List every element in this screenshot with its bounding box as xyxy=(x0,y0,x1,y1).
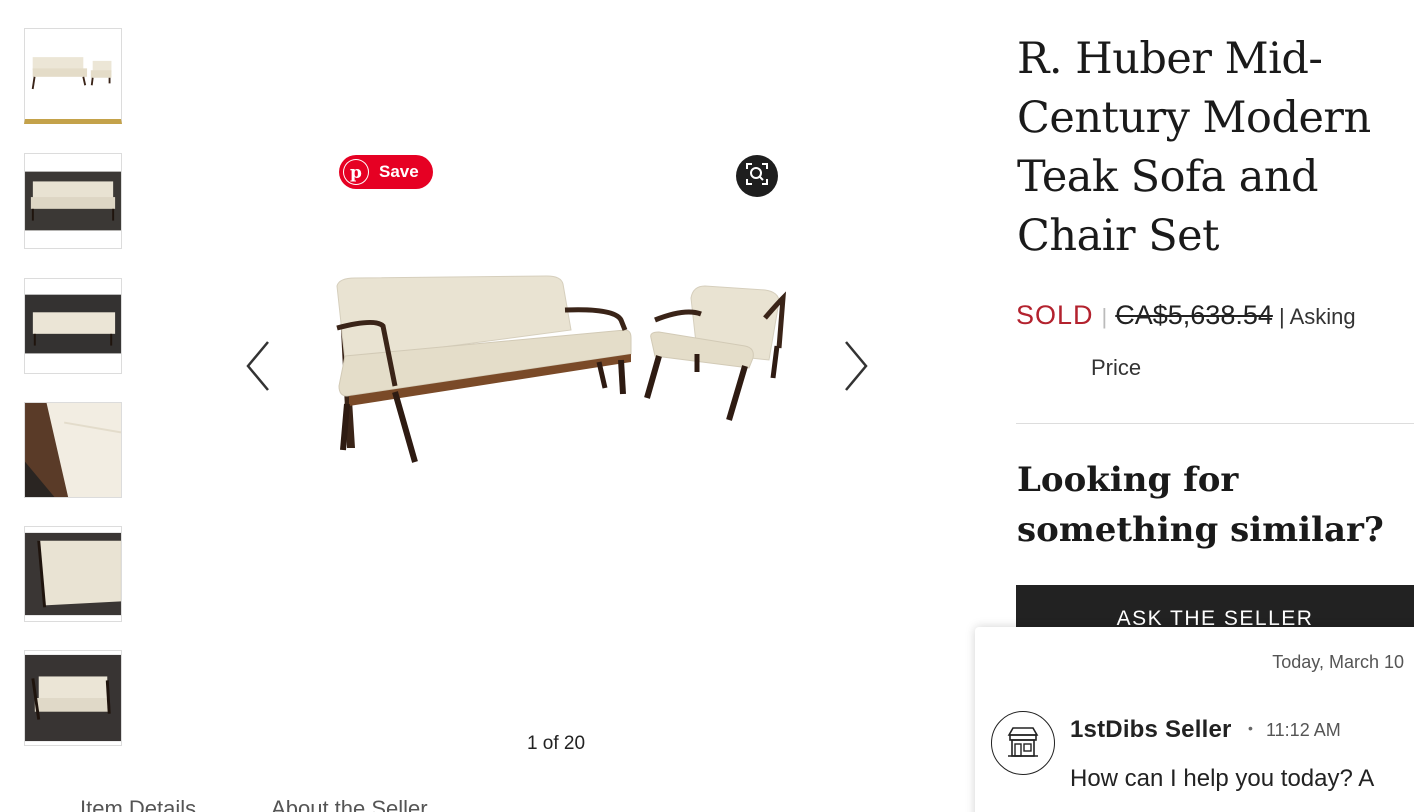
seller-name: 1stDibs Seller xyxy=(1070,716,1232,743)
zoom-button[interactable] xyxy=(736,155,778,197)
pinterest-save-button[interactable]: p Save xyxy=(339,155,433,189)
image-counter: 1 of 20 xyxy=(526,733,586,754)
sold-badge: SOLD xyxy=(1016,300,1094,330)
similar-heading: Looking for something similar? xyxy=(1017,460,1384,550)
section-divider xyxy=(1016,423,1414,424)
thumbnail-6[interactable] xyxy=(24,650,122,746)
detail-tabs: Item Details About the Seller xyxy=(80,796,498,812)
pinterest-save-label: Save xyxy=(379,162,419,181)
price-divider: | xyxy=(1101,304,1108,329)
svg-text:p: p xyxy=(350,163,362,183)
original-price: CA$5,638.54 xyxy=(1115,300,1273,330)
thumbnail-image xyxy=(25,403,121,497)
chevron-right-icon xyxy=(845,341,868,391)
chevron-left-icon xyxy=(246,341,269,391)
thumbnail-image xyxy=(25,154,121,248)
tab-item-details[interactable]: Item Details xyxy=(80,796,196,812)
avatar xyxy=(991,711,1055,775)
chat-date: Today, March 10 xyxy=(1272,652,1404,672)
next-image-button[interactable] xyxy=(840,338,870,394)
chat-message: How can I help you today? A xyxy=(1070,765,1375,792)
message-time: 11:12 AM xyxy=(1266,720,1341,740)
thumbnail-2[interactable] xyxy=(24,153,122,249)
price-note-continued: Price xyxy=(1091,355,1142,380)
thumbnail-image xyxy=(25,527,121,621)
thumbnail-4[interactable] xyxy=(24,402,122,498)
tab-about-seller[interactable]: About the Seller xyxy=(271,796,428,812)
previous-image-button[interactable] xyxy=(244,338,274,394)
price-row: SOLD | CA$5,638.54 | Asking xyxy=(1016,300,1411,331)
price-note: | Asking xyxy=(1279,304,1356,329)
storefront-icon xyxy=(1007,727,1039,757)
thumbnail-5[interactable] xyxy=(24,526,122,622)
zoom-magnifier-icon xyxy=(744,161,770,192)
separator-dot: • xyxy=(1248,720,1253,736)
thumbnail-image xyxy=(27,29,119,119)
main-product-image[interactable] xyxy=(325,268,790,468)
product-title: R. Huber Mid-Century Modern Teak Sofa an… xyxy=(1017,34,1371,261)
thumbnail-3[interactable] xyxy=(24,278,122,374)
thumbnail-1[interactable] xyxy=(24,28,122,124)
pinterest-icon: p xyxy=(343,159,369,185)
thumbnail-image xyxy=(25,651,121,745)
chat-popup[interactable]: Today, March 10 1stDibs Seller • 11:12 A… xyxy=(975,627,1414,812)
thumbnail-image xyxy=(25,279,121,373)
